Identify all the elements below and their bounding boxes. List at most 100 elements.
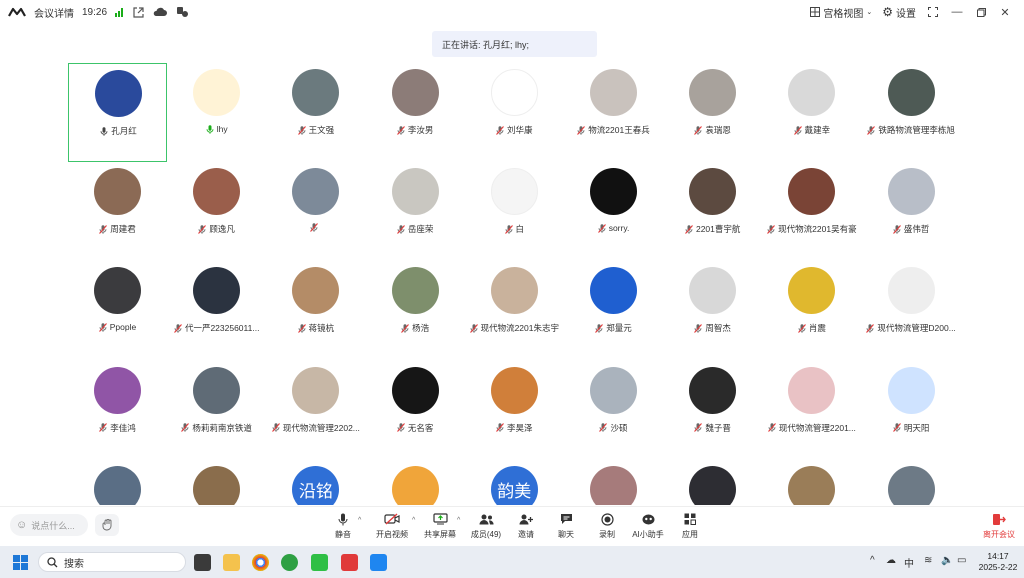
participant-name-row: 明天阳 [862,422,959,434]
participant-tile[interactable]: 物流2201王春兵 [564,63,663,162]
leave-meeting-button[interactable]: 离开会议 [978,512,1020,540]
wps-icon[interactable] [341,554,358,571]
meeting-window: 会议详情 19:26 宫格视图 ⌄ ⚙ 设置 — ✕ 正在讲话: 孔月红; lh… [0,0,1024,578]
onedrive-cloud-icon[interactable]: ☁ [886,555,896,566]
participant-tile[interactable]: Ppople [68,261,167,360]
tencent-meeting-taskbar-icon[interactable] [370,554,387,571]
participant-avatar [193,366,241,414]
participant-tile[interactable]: 王文强 [266,63,365,162]
settings-button[interactable]: ⚙ 设置 [882,5,916,20]
participant-tile[interactable]: 明天阳 [862,361,959,460]
participant-tile[interactable]: 李佳鸿 [68,361,167,460]
view-switch-button[interactable]: 宫格视图 ⌄ [810,5,872,20]
participant-tile[interactable]: 代一严223256011... [167,261,266,360]
participant-tile[interactable]: 杨浩 [366,261,465,360]
minimize-icon[interactable]: — [950,5,964,19]
participant-tile[interactable]: 戴建幸 [762,63,861,162]
participant-tile[interactable]: 李昊泽 [465,361,564,460]
start-video-button[interactable]: 开启视频 [370,512,414,540]
tray-chevron-up-icon[interactable]: ^ [870,555,875,566]
restore-icon[interactable] [974,5,988,19]
participant-tile[interactable]: 现代物流管理2201... [762,361,861,460]
participant-tile[interactable]: 周智杰 [663,261,762,360]
participant-tile[interactable]: sorry. [564,162,663,261]
participant-tile[interactable]: 肖震 [762,261,861,360]
windows-start-icon[interactable] [13,555,28,570]
record-button[interactable]: 录制 [585,512,629,540]
participant-avatar [590,168,637,216]
360-browser-icon[interactable] [281,554,298,571]
chrome-icon[interactable] [252,554,269,571]
share-options-chevron-icon[interactable]: ^ [457,517,460,524]
participant-tile[interactable]: 沿铭 [266,460,365,505]
members-button[interactable]: 成员(49) [464,512,508,540]
participant-tile[interactable]: 袁瑞恩 [663,63,762,162]
security-shield-icon[interactable] [175,5,189,19]
taskbar-search-box[interactable]: 搜索 [38,552,186,572]
participant-tile[interactable]: 杨莉莉南京铁道 [167,361,266,460]
ime-icon[interactable]: 中 [904,555,914,570]
participant-tile[interactable] [862,460,959,505]
network-signal-icon[interactable] [115,7,124,17]
wifi-icon[interactable]: ≋ [924,555,932,566]
meeting-details-link[interactable]: 会议详情 [34,5,74,20]
taskbar-clock[interactable]: 14:17 2025-2-22 [976,551,1020,573]
participant-tile[interactable] [762,460,861,505]
ai-assistant-button[interactable]: AI小助手 [626,512,670,540]
participant-avatar [391,267,439,315]
participant-tile[interactable]: 孔月红 [68,63,167,162]
participant-tile[interactable]: 韵美 [465,460,564,505]
participant-tile[interactable]: 现代物流管理2202... [266,361,365,460]
participant-tile[interactable]: lhy [167,63,266,162]
fullscreen-icon[interactable] [926,5,940,19]
participant-avatar [590,69,637,116]
participant-tile[interactable]: 盛伟哲 [862,162,959,261]
video-options-chevron-icon[interactable]: ^ [412,517,415,524]
participant-tile[interactable]: 铁路物流管理李栋旭 [862,63,959,162]
participant-name: sorry. [608,223,630,234]
participant-tile[interactable]: 李汝男 [366,63,465,162]
participant-tile[interactable] [366,460,465,505]
participant-tile[interactable]: 现代物流2201吴有豪 [762,162,861,261]
participant-tile[interactable]: 蒋镜杭 [266,261,365,360]
participant-tile[interactable]: 现代物流2201朱志宇 [465,261,564,360]
participant-tile[interactable]: 顾逸凡 [167,162,266,261]
microphone-muted-icon [892,224,901,234]
participant-name: 白 [515,224,525,235]
emoji-icon[interactable]: ☺ [16,519,27,531]
cloud-icon[interactable] [153,5,168,19]
microphone-muted-icon [99,423,108,432]
participant-tile[interactable]: 周建君 [68,162,167,261]
participant-tile[interactable]: 岳座荣 [366,162,465,261]
wechat-icon[interactable] [311,554,328,571]
participant-tile[interactable] [167,460,266,505]
microphone-muted-icon [767,423,776,432]
invite-button[interactable]: 邀请 [504,512,548,540]
participant-tile[interactable]: 现代物流管理D200... [862,261,959,360]
participant-tile[interactable] [663,460,762,505]
participant-tile[interactable]: 无名客 [366,361,465,460]
chat-button[interactable]: 聊天 [544,512,588,540]
popout-icon[interactable] [131,5,145,19]
participant-name: 现代物流管理2201... [778,422,856,433]
participant-tile[interactable] [564,460,663,505]
participant-tile[interactable]: 2201曹宇航 [663,162,762,261]
participant-tile[interactable]: 沙硕 [564,361,663,460]
close-icon[interactable]: ✕ [998,5,1012,19]
participant-tile[interactable] [266,162,365,261]
raise-hand-button[interactable] [95,514,119,536]
participant-tile[interactable]: 郑量元 [564,261,663,360]
participant-tile[interactable] [68,460,167,505]
participant-tile[interactable]: 刘华康 [465,63,564,162]
mute-options-chevron-icon[interactable]: ^ [358,517,361,524]
task-view-icon[interactable] [194,554,211,571]
battery-icon[interactable]: ▭ [957,555,966,566]
file-explorer-icon[interactable] [223,554,240,571]
grid-view-icon [810,7,821,17]
participant-tile[interactable]: 魏子晋 [663,361,762,460]
apps-button[interactable]: 应用 [668,512,712,540]
participant-tile[interactable]: 白 [465,162,564,261]
volume-icon[interactable]: 🔈 [941,555,953,566]
quick-chat-input[interactable]: ☺ 说点什么... [10,514,88,536]
share-screen-button[interactable]: 共享屏幕 [418,512,462,540]
